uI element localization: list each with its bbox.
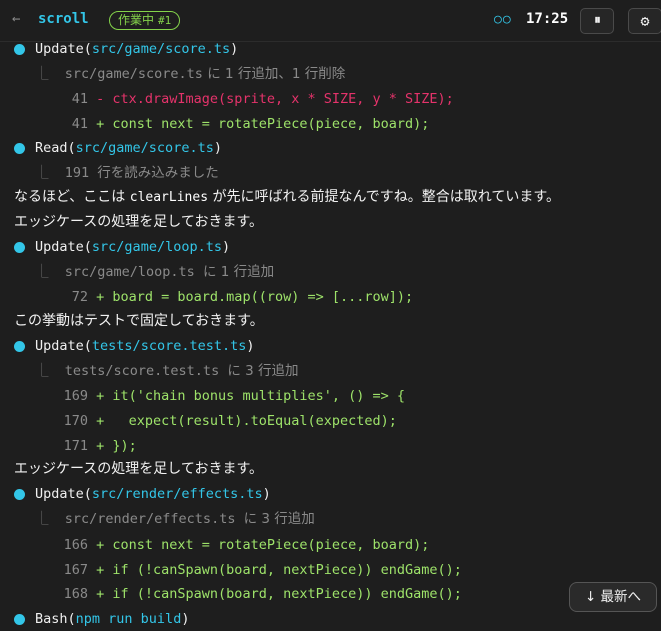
- status-badge-label: 作業中: [118, 13, 155, 27]
- top-bar: ← scroll 作業中 #1 ○○ 17:25 ⏸ ⚙: [0, 0, 661, 42]
- tool-bullet-icon: [14, 489, 25, 500]
- tool-result-summary: ⎿ tests/score.test.ts に 3 行追加: [35, 363, 299, 379]
- clock: 17:25: [526, 11, 569, 27]
- tool-call-header[interactable]: Update(src/game/loop.ts): [35, 235, 230, 259]
- tool-call-header[interactable]: Read(src/game/score.ts): [35, 136, 222, 160]
- assistant-message: この挙動はテストで固定しておきます。: [14, 313, 264, 329]
- diff-line-added: 169 + it('chain bonus multiplies', () =>…: [63, 388, 405, 404]
- status-badge: 作業中 #1: [109, 11, 181, 30]
- diff-line-added: 166 + const next = rotatePiece(piece, bo…: [63, 537, 430, 553]
- tool-call-header[interactable]: Update(src/game/score.ts): [35, 37, 238, 61]
- assistant-message: なるほど、ここは clearLines が先に呼ばれる前提なんですね。整合は取れ…: [14, 189, 560, 205]
- assistant-message: エッジケースの処理を足しておきます。: [14, 461, 264, 477]
- activity-dots-icon: ○○: [494, 12, 512, 27]
- settings-button[interactable]: ⚙: [628, 8, 661, 34]
- back-arrow-icon[interactable]: ←: [12, 11, 20, 27]
- tool-bullet-icon: [14, 341, 25, 352]
- tool-call-header[interactable]: Bash(npm run build): [35, 607, 189, 631]
- tool-call-header[interactable]: Update(tests/score.test.ts): [35, 334, 255, 358]
- tool-bullet-icon: [14, 143, 25, 154]
- tool-call-header[interactable]: Update(src/render/effects.ts): [35, 482, 271, 506]
- pause-icon: ⏸: [594, 13, 600, 28]
- diff-line-added: 72 + board = board.map((row) => [...row]…: [71, 289, 414, 305]
- tool-result-summary: ⎿ 191 行を読み込みました: [35, 165, 219, 181]
- diff-line-removed: 41 - ctx.drawImage(sprite, x * SIZE, y *…: [71, 91, 454, 107]
- tool-bullet-icon: [14, 44, 25, 55]
- diff-line-added: 171 + });: [63, 438, 137, 454]
- tool-bullet-icon: [14, 242, 25, 253]
- tool-result-summary: ⎿ src/render/effects.ts に 3 行追加: [35, 511, 315, 527]
- tool-result-summary: ⎿ src/game/score.ts に 1 行追加、1 行削除: [35, 66, 346, 82]
- diff-line-added: 41 + const next = rotatePiece(piece, boa…: [71, 116, 430, 132]
- diff-line-added: 168 + if (!canSpawn(board, nextPiece)) e…: [63, 586, 462, 602]
- status-badge-count: #1: [158, 14, 172, 27]
- pause-button[interactable]: ⏸: [580, 8, 614, 34]
- jump-to-latest-button[interactable]: ↓ 最新へ: [569, 582, 657, 612]
- diff-line-added: 167 + if (!canSpawn(board, nextPiece)) e…: [63, 562, 462, 578]
- tool-result-summary: ⎿ src/game/loop.ts に 1 行追加: [35, 264, 275, 280]
- session-title: scroll: [38, 11, 89, 27]
- diff-line-added: 170 + expect(result).toEqual(expected);: [63, 413, 397, 429]
- assistant-message: エッジケースの処理を足しておきます。: [14, 214, 264, 230]
- gear-icon: ⚙: [640, 12, 650, 30]
- tool-bullet-icon: [14, 614, 25, 625]
